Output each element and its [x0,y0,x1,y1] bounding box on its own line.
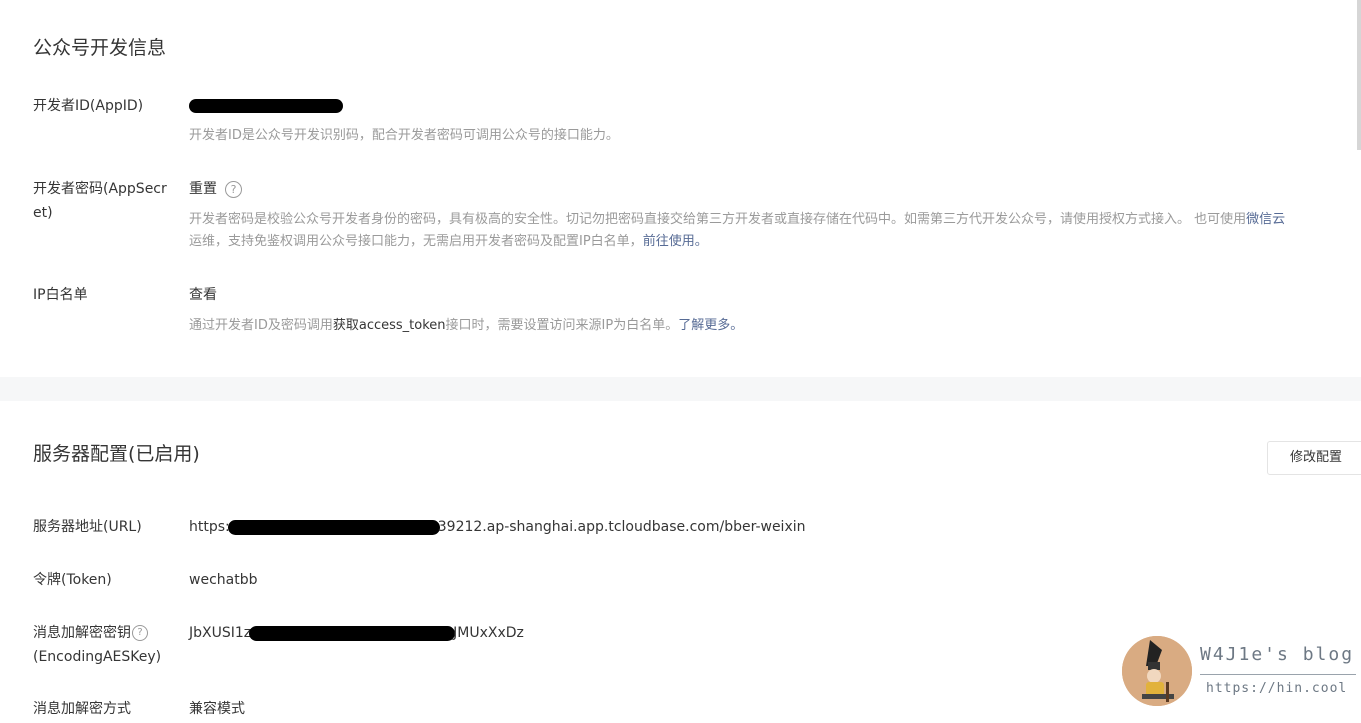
go-use-link[interactable]: 前往使用。 [643,234,708,249]
ip-whitelist-desc: 通过开发者ID及密码调用获取access_token接口时，需要设置访问来源IP… [189,314,743,338]
page: 公众号开发信息 开发者ID(AppID) 开发者ID是公众号开发识别码，配合开发… [0,0,1361,723]
aes-key-prefix: JbXUSI1z [189,625,252,641]
avatar-image [1122,636,1192,706]
token-value: wechatbb [189,572,258,588]
access-token-link[interactable]: 获取access_token [333,318,446,333]
ip-desc-prefix: 通过开发者ID及密码调用 [189,318,333,333]
server-url-suffix: 39212.ap-shanghai.app.tcloudbase.com/bbe… [437,519,806,535]
reset-secret-link[interactable]: 重置 [189,181,217,197]
aes-key-label: 消息加解密密钥? (EncodingAESKey) [33,621,168,669]
scrollbar[interactable] [1357,0,1361,150]
appsecret-desc-text2: 运维，支持免鉴权调用公众号接口能力，无需启用开发者密码及配置IP白名单， [189,234,643,249]
learn-more-link[interactable]: 了解更多。 [678,318,743,333]
watermark-title: W4J1e's blog [1200,644,1355,665]
aes-key-label-sub: (EncodingAESKey) [33,649,162,665]
redaction-mark [249,625,456,641]
token-label: 令牌(Token) [33,572,112,588]
appsecret-actions: 重置? [189,177,242,201]
appsecret-label: 开发者密码(AppSecret) [33,181,167,221]
server-url-value: https: 39212.ap-shanghai.app.tcloudbase.c… [189,515,806,539]
appsecret-desc-line1: 开发者密码是校验公众号开发者身份的密码，具有极高的安全性。切记勿把密码直接交给第… [189,208,1285,232]
server-url-label: 服务器地址(URL) [33,519,142,535]
aes-key-value: JbXUSI1z JMUxXxDz [189,621,524,645]
server-url-prefix: https: [189,519,230,535]
watermark-url: https://hin.cool [1206,681,1348,696]
server-config-title: 服务器配置(已启用) [33,443,200,465]
appid-desc: 开发者ID是公众号开发识别码，配合开发者密码可调用公众号的接口能力。 [189,128,619,143]
encrypt-mode-label: 消息加解密方式 [33,701,131,717]
modify-config-button[interactable]: 修改配置 [1267,441,1361,475]
section-divider [0,377,1361,401]
encrypt-mode-value: 兼容模式 [189,701,245,717]
aes-key-suffix: JMUxXxDz [453,625,524,641]
watermark-divider [1200,674,1356,675]
developer-info-title: 公众号开发信息 [33,37,167,59]
ip-desc-middle: 接口时，需要设置访问来源IP为白名单。 [445,318,679,333]
appid-value [189,94,343,118]
appsecret-desc-line2: 运维，支持免鉴权调用公众号接口能力，无需启用开发者密码及配置IP白名单，前往使用… [189,230,708,254]
question-circle-icon[interactable]: ? [132,625,148,641]
ip-whitelist-view-link[interactable]: 查看 [189,283,217,307]
appsecret-desc-text: 开发者密码是校验公众号开发者身份的密码，具有极高的安全性。切记勿把密码直接交给第… [189,212,1247,227]
redaction-mark [189,99,343,113]
aes-key-label-text: 消息加解密密钥 [33,625,131,641]
avatar-illustration [1122,636,1192,706]
ip-whitelist-label: IP白名单 [33,287,88,303]
blog-watermark: W4J1e's blog https://hin.cool [1122,634,1361,710]
redaction-mark [227,519,440,535]
appid-label: 开发者ID(AppID) [33,98,144,114]
wechat-cloud-link[interactable]: 微信云 [1246,212,1285,227]
question-circle-icon[interactable]: ? [225,180,242,198]
